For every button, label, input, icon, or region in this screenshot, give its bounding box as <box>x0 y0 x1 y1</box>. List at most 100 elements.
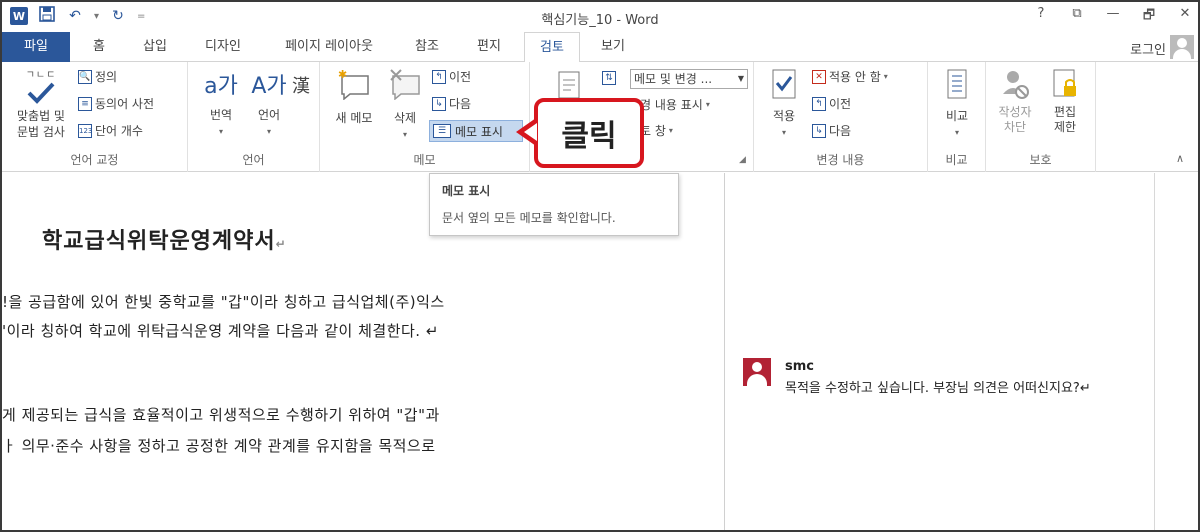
checkmark-icon <box>27 82 55 104</box>
comment-text[interactable]: 목적을 수정하고 싶습니다. 부장님 의견은 어떠신지요?↵ <box>785 378 1145 399</box>
collapse-ribbon-icon[interactable]: ∧ <box>1176 152 1184 165</box>
word-window: W ↶ ▾ ↻ = 핵심기능_10 - Word ? ⧉ — 🗗 ✕ 파일 홈 … <box>0 0 1200 532</box>
next-change-button[interactable]: ↳ 다음 <box>812 122 851 139</box>
previous-comment-icon: ↰ <box>432 69 446 84</box>
ribbon-display-icon[interactable]: ⧉ <box>1070 6 1084 28</box>
chevron-down-icon: ▼ <box>737 74 744 83</box>
tab-home[interactable]: 홈 <box>80 32 118 62</box>
compare-button[interactable]: 비교 ▾ <box>932 68 982 138</box>
document-heading-text: 학교급식위탁운영계약서 <box>42 229 276 254</box>
group-proofing: ㄱㄴㄷ 맞춤법 및 문법 검사 🔍 정의 ≡ 동의어 사전 123 단어 개수 … <box>2 62 188 172</box>
translate-dropdown-icon: ▾ <box>218 127 223 136</box>
group-language-label: 언어 <box>242 153 265 167</box>
new-comment-button[interactable]: ✱ 새 메모 <box>328 68 380 126</box>
next-comment-button[interactable]: ↳ 다음 <box>432 95 471 112</box>
tracking-dialog-launcher-icon[interactable]: ◢ <box>739 155 746 165</box>
show-comments-button[interactable]: ☰ 메모 표시 <box>429 120 523 142</box>
hanja-icon[interactable]: 漢 <box>292 72 310 98</box>
sign-in-link[interactable]: 로그인 <box>1130 39 1166 58</box>
next-change-label: 다음 <box>829 124 852 138</box>
minimize-icon[interactable]: — <box>1106 6 1120 28</box>
translate-icon: a가 <box>204 74 238 99</box>
delete-label: 삭제 <box>393 111 417 125</box>
title-bar: W ↶ ▾ ↻ = 핵심기능_10 - Word ? ⧉ — 🗗 ✕ <box>2 2 1198 32</box>
reviewing-pane-button[interactable]: 토 창 ▾ <box>640 122 673 139</box>
translate-label: 번역 <box>209 108 233 122</box>
display-for-review-dropdown[interactable]: 메모 및 변경 ... ▼ <box>630 69 748 89</box>
show-comments-tooltip: 메모 표시 문서 옆의 모든 메모를 확인합니다. <box>429 173 679 236</box>
previous-comment-button[interactable]: ↰ 이전 <box>432 68 471 85</box>
translate-button[interactable]: a가 번역 ▾ <box>196 68 246 137</box>
restrict-editing-label: 편집 제한 <box>1053 105 1077 134</box>
previous-change-label: 이전 <box>829 97 852 111</box>
compare-dropdown-icon: ▾ <box>954 128 959 137</box>
reject-label: 적용 안 함 <box>829 70 881 84</box>
page-margin-strip <box>1154 173 1198 530</box>
display-for-review-value: 메모 및 변경 ... <box>634 72 713 86</box>
close-icon[interactable]: ✕ <box>1178 6 1192 28</box>
restore-icon[interactable]: 🗗 <box>1142 6 1156 28</box>
define-label: 정의 <box>95 70 118 84</box>
restrict-editing-button[interactable]: 편집 제한 <box>1042 68 1088 135</box>
delete-dropdown-icon: ▾ <box>402 130 407 139</box>
accept-icon <box>772 69 796 99</box>
reject-button[interactable]: ✕ 적용 안 함 ▾ <box>812 68 888 85</box>
markup-area: smc 목적을 수정하고 싶습니다. 부장님 의견은 어떠신지요?↵ <box>724 173 1154 530</box>
group-protect-label: 보호 <box>1029 153 1052 167</box>
accept-button[interactable]: 적용 ▾ <box>760 68 808 138</box>
tab-view[interactable]: 보기 <box>590 32 636 62</box>
comment-author-avatar-icon <box>743 358 771 386</box>
show-markup-dropdown-icon: ▾ <box>705 100 710 109</box>
next-comment-label: 다음 <box>449 97 472 111</box>
spelling-grammar-label: 맞춤법 및 문법 검사 <box>17 109 65 139</box>
callout-pointer-inner <box>524 123 537 141</box>
new-comment-icon: ✱ <box>338 68 369 101</box>
spelling-grammar-button[interactable]: ㄱㄴㄷ 맞춤법 및 문법 검사 <box>8 66 74 140</box>
document-line-1: !을 공급함에 있어 한빛 중학교를 "갑"이라 칭하고 급식업체(주)익스 <box>2 293 445 311</box>
spelling-check-icon-text: ㄱㄴㄷ <box>25 70 57 81</box>
tab-page-layout[interactable]: 페이지 레이아웃 <box>270 32 388 62</box>
tab-file[interactable]: 파일 <box>2 32 70 62</box>
tab-mailings[interactable]: 편지 <box>466 32 512 62</box>
lock-icon <box>1053 69 1076 97</box>
document-line-3: 게 제공되는 급식을 효율적이고 위생적으로 수행하기 위하여 "갑"과 <box>2 406 440 424</box>
define-button[interactable]: 🔍 정의 <box>78 68 117 85</box>
help-icon[interactable]: ? <box>1034 6 1048 28</box>
delete-comment-button[interactable]: 삭제 ▾ <box>382 68 428 140</box>
group-compare: 비교 ▾ 비교 <box>928 62 986 172</box>
paragraph-mark: ↵ <box>275 237 287 251</box>
block-authors-button[interactable]: 작성자 차단 <box>990 68 1040 135</box>
tab-insert[interactable]: 삽입 <box>132 32 178 62</box>
document-line-4: ㅏ 의무·준수 사항을 정하고 공정한 계약 관계를 유지함을 목적으로 <box>2 437 436 455</box>
show-markup-button[interactable]: 경 내용 표시 ▾ <box>640 96 710 113</box>
word-count-button[interactable]: 123 단어 개수 <box>78 122 143 139</box>
tab-references[interactable]: 참조 <box>404 32 450 62</box>
accept-dropdown-icon: ▾ <box>781 128 786 137</box>
click-callout: 클릭 <box>534 98 644 168</box>
previous-change-button[interactable]: ↰ 이전 <box>812 95 851 112</box>
thesaurus-label: 동의어 사전 <box>95 97 155 111</box>
block-authors-label: 작성자 차단 <box>998 105 1032 134</box>
group-changes-label: 변경 내용 <box>816 153 865 167</box>
language-label: 언어 <box>257 108 281 122</box>
word-count-icon: 123 <box>78 123 92 138</box>
group-comments-label: 메모 <box>413 153 436 167</box>
compare-label: 비교 <box>945 109 969 123</box>
next-comment-icon: ↳ <box>432 96 446 111</box>
tooltip-description: 문서 옆의 모든 메모를 확인합니다. <box>442 211 616 225</box>
tab-design[interactable]: 디자인 <box>194 32 252 62</box>
language-button[interactable]: A가 언어 ▾ <box>246 68 292 137</box>
tab-review[interactable]: 검토 <box>524 32 580 63</box>
group-proofing-label: 언어 교정 <box>70 153 119 167</box>
define-icon: 🔍 <box>78 69 92 84</box>
previous-comment-label: 이전 <box>449 70 472 84</box>
group-changes: 적용 ▾ ✕ 적용 안 함 ▾ ↰ 이전 ↳ 다음 변경 내용 <box>754 62 928 172</box>
thesaurus-button[interactable]: ≡ 동의어 사전 <box>78 95 154 112</box>
document-heading: 학교급식위탁운영계약서↵ <box>42 223 287 255</box>
user-avatar-icon[interactable] <box>1170 35 1194 59</box>
new-comment-label: 새 메모 <box>335 111 373 125</box>
tooltip-title: 메모 표시 <box>442 184 491 198</box>
delete-comment-icon <box>390 69 420 101</box>
show-markup-label: 경 내용 표시 <box>640 98 703 112</box>
previous-change-icon: ↰ <box>812 96 826 111</box>
